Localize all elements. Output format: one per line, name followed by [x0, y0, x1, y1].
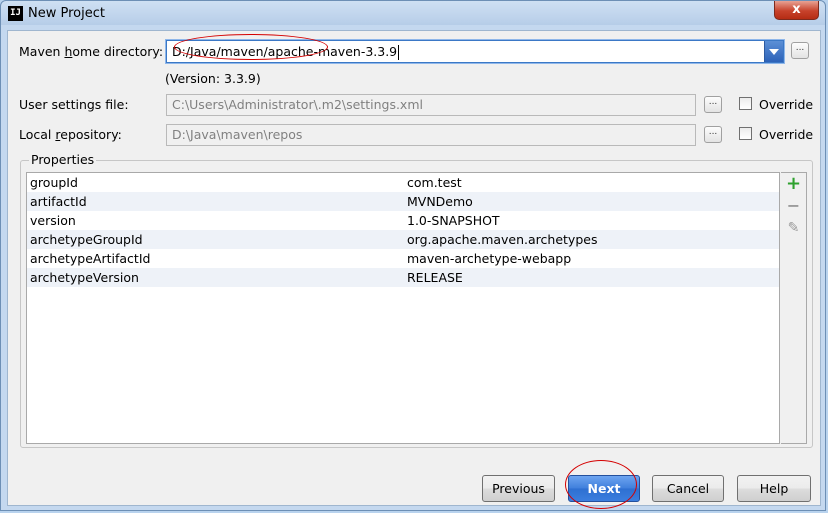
property-key: version	[30, 213, 76, 228]
edit-pencil-icon[interactable]: ✎	[781, 220, 806, 236]
local-repository-label: Local repository:	[19, 127, 122, 142]
maven-home-label: Maven home directory:	[19, 44, 164, 59]
maven-home-browse-button[interactable]: ...	[791, 42, 809, 59]
new-project-dialog: IJ New Project x Maven home directory: D…	[0, 0, 826, 511]
local-repository-field[interactable]: D:\Java\maven\repos	[166, 124, 696, 146]
user-settings-override-checkbox[interactable]	[739, 97, 752, 110]
add-icon[interactable]: +	[781, 173, 806, 194]
property-key: archetypeArtifactId	[30, 251, 151, 266]
table-row[interactable]: archetypeGroupId org.apache.maven.archet…	[27, 230, 779, 249]
user-settings-browse-button[interactable]: ...	[704, 96, 722, 113]
user-settings-field[interactable]: C:\Users\Administrator\.m2\settings.xml	[166, 94, 696, 116]
property-value: RELEASE	[407, 270, 463, 285]
property-key: artifactId	[30, 194, 87, 209]
next-button[interactable]: Next	[568, 475, 640, 502]
maven-version-note: (Version: 3.3.9)	[165, 71, 261, 86]
local-repository-override-label[interactable]: Override	[759, 127, 813, 142]
table-row[interactable]: artifactId MVNDemo	[27, 192, 779, 211]
property-value: 1.0-SNAPSHOT	[407, 213, 500, 228]
user-settings-override-label[interactable]: Override	[759, 97, 813, 112]
properties-toolbar: + − ✎	[781, 172, 807, 444]
remove-icon[interactable]: −	[781, 196, 806, 215]
maven-home-combobox[interactable]: D:/Java/maven/apache-maven-3.3.9	[166, 40, 784, 63]
property-key: archetypeVersion	[30, 270, 139, 285]
window-title: New Project	[28, 6, 105, 21]
dropdown-arrow-icon[interactable]	[764, 41, 783, 62]
local-repository-override-checkbox[interactable]	[739, 127, 752, 140]
properties-group: Properties groupId com.test artifactId M…	[20, 152, 813, 448]
property-key: groupId	[30, 175, 78, 190]
properties-table: groupId com.test artifactId MVNDemo vers…	[26, 172, 780, 444]
close-button[interactable]: x	[774, 1, 819, 20]
local-repository-browse-button[interactable]: ...	[704, 126, 722, 143]
property-key: archetypeGroupId	[30, 232, 143, 247]
property-value: MVNDemo	[407, 194, 473, 209]
property-value: org.apache.maven.archetypes	[407, 232, 598, 247]
dialog-content: Maven home directory: D:/Java/maven/apac…	[7, 30, 821, 509]
title-bar[interactable]: IJ New Project x	[1, 1, 825, 27]
cancel-button[interactable]: Cancel	[652, 475, 724, 502]
property-value: com.test	[407, 175, 462, 190]
previous-button[interactable]: Previous	[482, 475, 555, 502]
table-row[interactable]: groupId com.test	[27, 173, 779, 192]
intellij-app-icon: IJ	[8, 6, 23, 21]
maven-home-value: D:/Java/maven/apache-maven-3.3.9	[172, 44, 400, 60]
properties-title: Properties	[29, 152, 97, 167]
table-row[interactable]: version 1.0-SNAPSHOT	[27, 211, 779, 230]
table-row[interactable]: archetypeVersion RELEASE	[27, 268, 779, 287]
table-row[interactable]: archetypeArtifactId maven-archetype-weba…	[27, 249, 779, 268]
property-value: maven-archetype-webapp	[407, 251, 572, 266]
user-settings-label: User settings file:	[19, 97, 129, 112]
help-button[interactable]: Help	[737, 475, 811, 502]
